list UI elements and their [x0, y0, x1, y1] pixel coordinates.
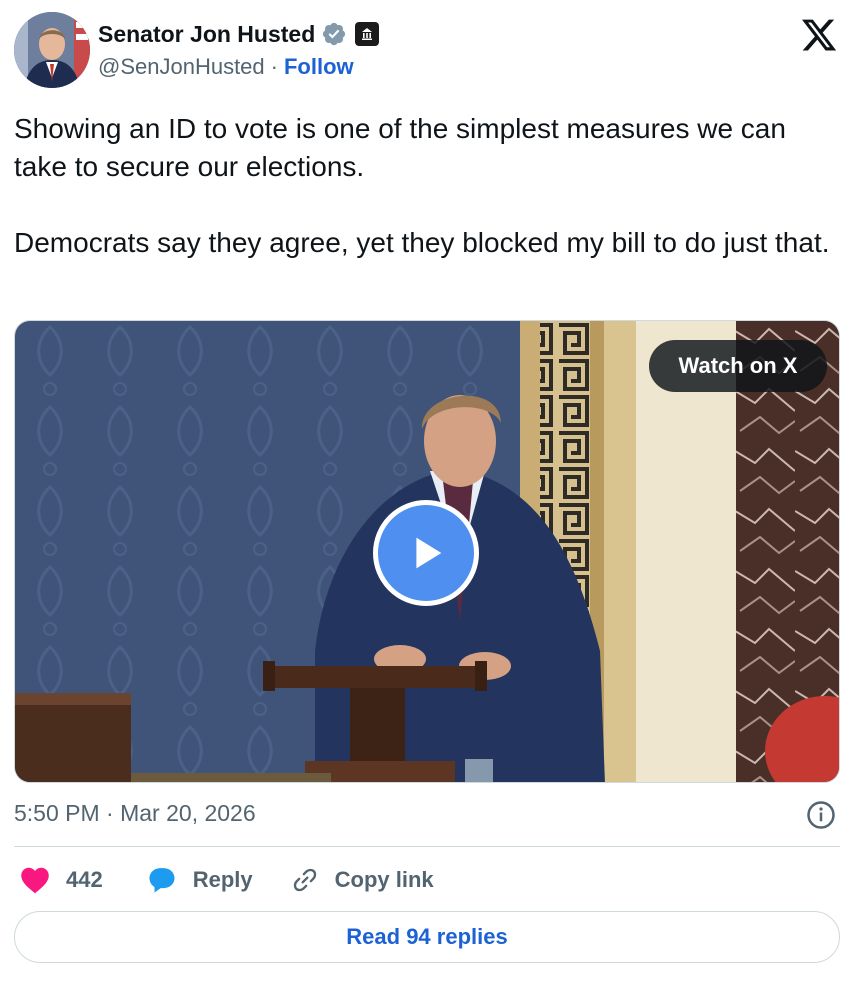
- play-icon: [416, 537, 442, 569]
- author-name-row: Senator Jon Husted: [98, 18, 380, 50]
- tweet-paragraph: Democrats say they agree, yet they block…: [14, 227, 830, 258]
- tweet-time: 5:50 PM: [14, 800, 100, 826]
- tweet-timestamp[interactable]: 5:50 PM · Mar 20, 2026: [14, 800, 256, 827]
- handle-separator: ·: [270, 54, 278, 79]
- author-handle-row: @SenJonHusted · Follow: [98, 54, 354, 80]
- reply-icon: [149, 868, 175, 893]
- x-logo-icon[interactable]: [800, 16, 838, 54]
- action-bar: 442 Reply Copy link: [14, 862, 434, 898]
- follow-button[interactable]: Follow: [284, 54, 354, 80]
- author-name[interactable]: Senator Jon Husted: [98, 21, 315, 48]
- avatar[interactable]: [14, 12, 90, 88]
- tweet-text: Showing an ID to vote is one of the simp…: [14, 110, 834, 262]
- tweet-paragraph: Showing an ID to vote is one of the simp…: [14, 113, 786, 182]
- divider: [14, 846, 840, 847]
- play-button[interactable]: [373, 500, 479, 606]
- watch-on-x-button[interactable]: Watch on X: [649, 340, 827, 392]
- government-badge-icon: [355, 22, 380, 46]
- reply-label: Reply: [192, 867, 253, 892]
- verified-badge-icon[interactable]: [321, 21, 347, 47]
- timestamp-separator: ·: [106, 800, 114, 826]
- copy-link-label: Copy link: [334, 867, 434, 892]
- author-handle[interactable]: @SenJonHusted: [98, 54, 265, 80]
- reply-button[interactable]: Reply: [147, 866, 253, 894]
- copy-link-button[interactable]: Copy link: [291, 866, 434, 894]
- like-count: 442: [66, 867, 103, 892]
- tweet-date: Mar 20, 2026: [120, 800, 256, 826]
- info-icon[interactable]: [806, 800, 836, 830]
- heart-icon: [21, 867, 49, 894]
- read-replies-button[interactable]: Read 94 replies: [14, 911, 840, 963]
- link-icon: [293, 868, 316, 892]
- like-button[interactable]: 442: [20, 866, 103, 894]
